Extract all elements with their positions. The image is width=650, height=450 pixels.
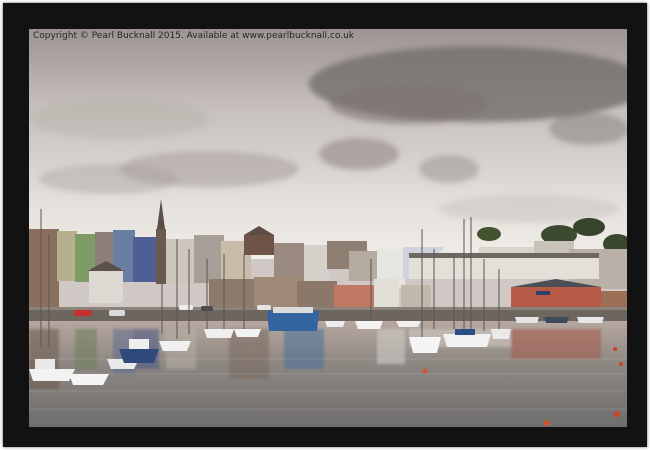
harbour-warehouse (511, 287, 601, 309)
picture-frame: Copyright © Pearl Bucknall 2015. Availab… (3, 3, 647, 447)
harbour-photo: Copyright © Pearl Bucknall 2015. Availab… (29, 29, 627, 427)
harbour-scene (29, 29, 627, 427)
copyright-notice: Copyright © Pearl Bucknall 2015. Availab… (33, 31, 354, 41)
